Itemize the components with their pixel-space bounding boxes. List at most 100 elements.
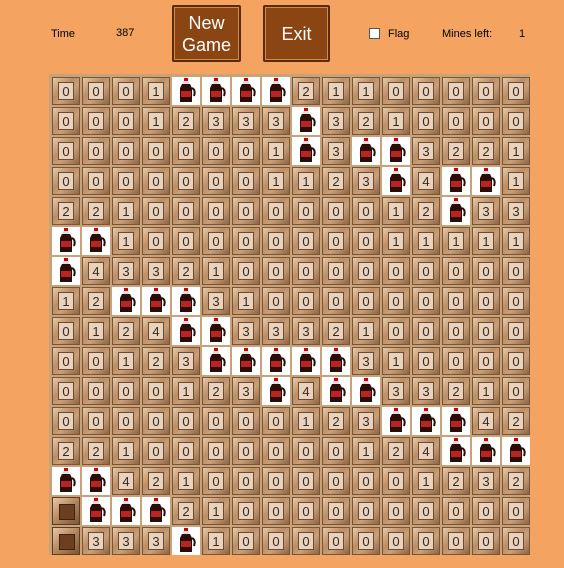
number-tile[interactable]: 0 (262, 497, 290, 525)
number-tile[interactable]: 3 (112, 527, 140, 555)
number-tile[interactable]: 0 (442, 497, 470, 525)
number-tile[interactable]: 0 (442, 527, 470, 555)
number-tile[interactable]: 4 (412, 167, 440, 195)
number-tile[interactable]: 1 (292, 407, 320, 435)
number-tile[interactable]: 3 (352, 407, 380, 435)
number-tile[interactable]: 3 (202, 287, 230, 315)
number-tile[interactable]: 0 (382, 77, 410, 105)
number-tile[interactable]: 0 (202, 197, 230, 225)
number-tile[interactable]: 1 (142, 107, 170, 135)
number-tile[interactable]: 2 (382, 437, 410, 465)
number-tile[interactable]: 0 (382, 467, 410, 495)
number-tile[interactable]: 0 (142, 137, 170, 165)
number-tile[interactable]: 2 (52, 437, 80, 465)
number-tile[interactable]: 1 (502, 227, 530, 255)
number-tile[interactable]: 0 (472, 497, 500, 525)
number-tile[interactable]: 0 (172, 137, 200, 165)
number-tile[interactable]: 0 (112, 107, 140, 135)
number-tile[interactable]: 0 (142, 407, 170, 435)
number-tile[interactable]: 0 (142, 437, 170, 465)
number-tile[interactable]: 1 (382, 347, 410, 375)
number-tile[interactable]: 0 (382, 287, 410, 315)
number-tile[interactable]: 0 (82, 407, 110, 435)
number-tile[interactable]: 1 (472, 377, 500, 405)
flag-label[interactable]: Flag (388, 28, 409, 40)
number-tile[interactable]: 3 (82, 527, 110, 555)
number-tile[interactable]: 1 (112, 347, 140, 375)
number-tile[interactable]: 0 (352, 467, 380, 495)
number-tile[interactable]: 0 (472, 317, 500, 345)
number-tile[interactable]: 1 (382, 107, 410, 135)
number-tile[interactable]: 0 (52, 407, 80, 435)
number-tile[interactable]: 0 (412, 497, 440, 525)
number-tile[interactable]: 0 (502, 287, 530, 315)
number-tile[interactable]: 3 (232, 107, 260, 135)
number-tile[interactable]: 0 (502, 377, 530, 405)
number-tile[interactable]: 3 (352, 167, 380, 195)
number-tile[interactable]: 1 (112, 197, 140, 225)
number-tile[interactable]: 0 (262, 197, 290, 225)
number-tile[interactable]: 0 (142, 227, 170, 255)
number-tile[interactable]: 1 (292, 167, 320, 195)
number-tile[interactable]: 0 (292, 467, 320, 495)
number-tile[interactable]: 4 (142, 317, 170, 345)
number-tile[interactable]: 0 (322, 497, 350, 525)
number-tile[interactable]: 2 (142, 467, 170, 495)
number-tile[interactable]: 1 (202, 527, 230, 555)
number-tile[interactable]: 0 (472, 287, 500, 315)
number-tile[interactable]: 0 (322, 257, 350, 285)
number-tile[interactable]: 1 (262, 167, 290, 195)
number-tile[interactable]: 0 (232, 227, 260, 255)
number-tile[interactable]: 0 (442, 317, 470, 345)
number-tile[interactable]: 2 (172, 107, 200, 135)
number-tile[interactable]: 0 (352, 227, 380, 255)
number-tile[interactable]: 0 (112, 167, 140, 195)
number-tile[interactable]: 1 (352, 437, 380, 465)
number-tile[interactable]: 0 (292, 527, 320, 555)
number-tile[interactable]: 0 (232, 437, 260, 465)
number-tile[interactable]: 0 (142, 377, 170, 405)
number-tile[interactable]: 0 (322, 527, 350, 555)
number-tile[interactable]: 0 (112, 77, 140, 105)
number-tile[interactable]: 0 (472, 347, 500, 375)
number-tile[interactable]: 3 (472, 467, 500, 495)
number-tile[interactable]: 1 (412, 467, 440, 495)
covered-tile[interactable] (52, 497, 80, 525)
number-tile[interactable]: 0 (142, 197, 170, 225)
number-tile[interactable]: 0 (142, 167, 170, 195)
number-tile[interactable]: 0 (82, 77, 110, 105)
number-tile[interactable]: 0 (232, 197, 260, 225)
number-tile[interactable]: 1 (142, 77, 170, 105)
number-tile[interactable]: 0 (472, 257, 500, 285)
number-tile[interactable]: 0 (202, 137, 230, 165)
number-tile[interactable]: 1 (442, 227, 470, 255)
new-game-button[interactable]: New Game (172, 5, 241, 62)
number-tile[interactable]: 0 (112, 407, 140, 435)
number-tile[interactable]: 0 (502, 317, 530, 345)
number-tile[interactable]: 0 (172, 167, 200, 195)
number-tile[interactable]: 3 (352, 347, 380, 375)
number-tile[interactable]: 3 (232, 377, 260, 405)
number-tile[interactable]: 3 (322, 107, 350, 135)
number-tile[interactable]: 0 (322, 227, 350, 255)
number-tile[interactable]: 0 (172, 227, 200, 255)
number-tile[interactable]: 0 (382, 257, 410, 285)
number-tile[interactable]: 0 (292, 257, 320, 285)
number-tile[interactable]: 0 (262, 467, 290, 495)
number-tile[interactable]: 1 (172, 377, 200, 405)
number-tile[interactable]: 0 (322, 287, 350, 315)
number-tile[interactable]: 0 (52, 107, 80, 135)
number-tile[interactable]: 1 (382, 197, 410, 225)
number-tile[interactable]: 1 (232, 287, 260, 315)
number-tile[interactable]: 3 (112, 257, 140, 285)
number-tile[interactable]: 3 (262, 317, 290, 345)
number-tile[interactable]: 0 (232, 467, 260, 495)
number-tile[interactable]: 0 (322, 437, 350, 465)
number-tile[interactable]: 0 (232, 497, 260, 525)
number-tile[interactable]: 2 (202, 377, 230, 405)
number-tile[interactable]: 0 (262, 527, 290, 555)
number-tile[interactable]: 1 (352, 317, 380, 345)
number-tile[interactable]: 2 (472, 137, 500, 165)
number-tile[interactable]: 1 (502, 137, 530, 165)
number-tile[interactable]: 3 (472, 197, 500, 225)
